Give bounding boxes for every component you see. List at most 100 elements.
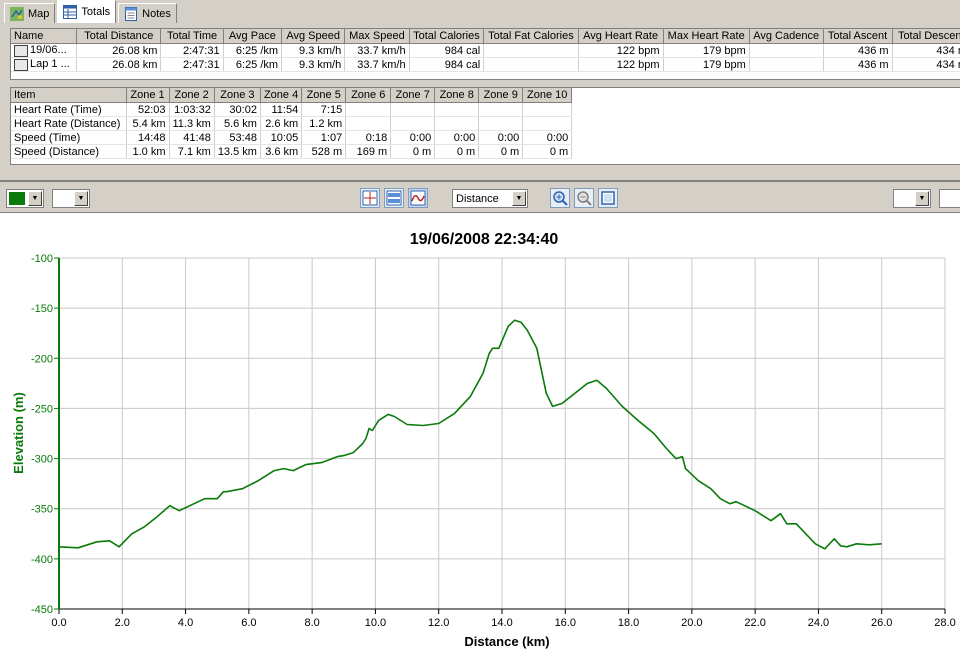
totals-cell: Lap 1 ... xyxy=(11,57,78,72)
zones-header-3[interactable]: Zone 3 xyxy=(214,88,261,103)
totals-header-1[interactable]: Total Distance xyxy=(76,29,162,44)
split-view-button[interactable] xyxy=(384,188,404,208)
totals-table: Name Total Distance Total Time Avg Pace Avg … xyxy=(11,29,960,72)
y-tick-label: -100 xyxy=(31,253,53,265)
zoom-out-button[interactable] xyxy=(574,188,594,208)
line-chart-button[interactable] xyxy=(408,188,428,208)
map-icon xyxy=(10,6,24,21)
table-row[interactable]: Speed (Time) 14:48 41:48 53:48 10:05 1:07 0:18… xyxy=(11,130,573,145)
zones-cell xyxy=(345,102,392,117)
totals-header-4[interactable]: Avg Speed xyxy=(281,29,346,44)
chevron-down-icon: ▼ xyxy=(915,191,929,206)
zones-cell: Heart Rate (Time) xyxy=(11,102,127,117)
totals-cell xyxy=(483,43,579,58)
zones-header-8[interactable]: Zone 8 xyxy=(434,88,480,103)
totals-header-11[interactable]: Total Ascent xyxy=(823,29,893,44)
zones-cell: 14:48 xyxy=(126,130,170,145)
zones-header-9[interactable]: Zone 9 xyxy=(478,88,524,103)
line-color-select[interactable]: ▼ xyxy=(6,189,44,208)
secondary-axis-select[interactable]: ▼ xyxy=(893,189,931,208)
zones-cell xyxy=(478,116,524,131)
zones-header-2[interactable]: Zone 2 xyxy=(169,88,215,103)
chart-title: 19/06/2008 22:34:40 xyxy=(410,231,559,248)
tab-map-label: Map xyxy=(28,7,50,20)
zones-header-6[interactable]: Zone 6 xyxy=(345,88,392,103)
totals-cell: 434 m xyxy=(892,57,960,72)
totals-cell: 122 bpm xyxy=(578,57,664,72)
zones-table: Item Zone 1 Zone 2 Zone 3 Zone 4 Zone 5 Zone 6… xyxy=(11,88,573,159)
totals-header-3[interactable]: Avg Pace xyxy=(223,29,283,44)
x-axis-select[interactable]: Distance ▼ xyxy=(452,189,528,208)
table-row[interactable]: Lap 1 ... 26.08 km 2:47:31 6:25 /km 9.3 km/h… xyxy=(11,57,960,72)
x-tick-label: 6.0 xyxy=(241,617,256,629)
table-row[interactable]: Heart Rate (Distance) 5.4 km 11.3 km 5.6 km… xyxy=(11,116,573,131)
zones-cell: 5.4 km xyxy=(126,116,170,131)
tab-notes[interactable]: Notes xyxy=(118,3,177,23)
zones-cell: 30:02 xyxy=(214,102,261,117)
totals-header-7[interactable]: Total Fat Calories xyxy=(483,29,579,44)
totals-header-9[interactable]: Max Heart Rate xyxy=(663,29,750,44)
zoom-out-icon xyxy=(577,191,592,206)
secondary-line-select[interactable] xyxy=(939,189,960,208)
zones-cell: 0:18 xyxy=(345,130,392,145)
totals-cell: 179 bpm xyxy=(663,57,750,72)
zones-cell-text: Speed (Distance) xyxy=(14,145,99,158)
activity-icon xyxy=(14,44,28,57)
zones-cell: 0 m xyxy=(478,144,524,159)
table-row[interactable]: Heart Rate (Time) 52:03 1:03:32 30:02 11:54 7… xyxy=(11,102,573,117)
crosshair-button[interactable] xyxy=(360,188,380,208)
zones-header-4[interactable]: Zone 4 xyxy=(260,88,303,103)
totals-cell: 2:47:31 xyxy=(160,57,224,72)
zones-header-5[interactable]: Zone 5 xyxy=(301,88,347,103)
line-style-select[interactable]: ▼ xyxy=(52,189,90,208)
x-axis-select-value: Distance xyxy=(456,192,499,205)
zones-cell: 1:07 xyxy=(301,130,347,145)
x-tick-label: 16.0 xyxy=(555,617,576,629)
tab-totals[interactable]: Totals xyxy=(57,0,117,23)
totals-header-8[interactable]: Avg Heart Rate xyxy=(578,29,664,44)
zones-cell-text: Heart Rate (Time) xyxy=(14,103,102,116)
y-tick-label: -200 xyxy=(31,353,53,365)
totals-cell: 434 m xyxy=(892,43,960,58)
elevation-chart: 19/06/2008 22:34:40 Distance (km) Elevat… xyxy=(0,212,960,654)
zones-cell: 0:00 xyxy=(478,130,524,145)
line-color-swatch xyxy=(9,192,25,205)
tab-map[interactable]: Map xyxy=(4,3,56,23)
totals-header-6[interactable]: Total Calories xyxy=(409,29,485,44)
elevation-chart-svg: 19/06/2008 22:34:40 Distance (km) Elevat… xyxy=(11,231,956,649)
x-tick-label: 20.0 xyxy=(681,617,702,629)
totals-header-2[interactable]: Total Time xyxy=(160,29,224,44)
zones-header-0[interactable]: Item xyxy=(11,88,127,103)
table-row[interactable]: 19/06... 26.08 km 2:47:31 6:25 /km 9.3 km/h 3… xyxy=(11,43,960,58)
zoom-in-icon xyxy=(553,191,568,206)
zones-cell: Heart Rate (Distance) xyxy=(11,116,127,131)
totals-header-5[interactable]: Max Speed xyxy=(344,29,410,44)
zones-cell: 0:00 xyxy=(434,130,480,145)
table-row[interactable]: Speed (Distance) 1.0 km 7.1 km 13.5 km 3.6 k… xyxy=(11,144,573,159)
zones-header-7[interactable]: Zone 7 xyxy=(390,88,436,103)
zones-cell: 0:00 xyxy=(390,130,436,145)
totals-header-10[interactable]: Avg Cadence xyxy=(749,29,824,44)
zones-cell: 528 m xyxy=(301,144,347,159)
zoom-in-button[interactable] xyxy=(550,188,570,208)
totals-cell: 9.3 km/h xyxy=(281,57,346,72)
y-tick-label: -450 xyxy=(31,604,53,616)
fit-to-window-icon xyxy=(601,191,615,205)
chevron-down-icon: ▼ xyxy=(74,191,88,206)
zones-header-1[interactable]: Zone 1 xyxy=(126,88,170,103)
zones-cell: 7.1 km xyxy=(169,144,215,159)
totals-cell: 436 m xyxy=(823,57,893,72)
y-tick-label: -250 xyxy=(31,403,53,415)
x-tick-label: 8.0 xyxy=(304,617,319,629)
zones-cell: 11.3 km xyxy=(169,116,215,131)
totals-header-0[interactable]: Name xyxy=(11,29,78,44)
totals-cell: 33.7 km/h xyxy=(344,57,410,72)
x-tick-label: 0.0 xyxy=(51,617,66,629)
fit-to-window-button[interactable] xyxy=(598,188,618,208)
zones-grid: Item Zone 1 Zone 2 Zone 3 Zone 4 Zone 5 Zone 6… xyxy=(10,87,960,165)
totals-cell-text: 19/06... xyxy=(30,44,67,57)
totals-header-12[interactable]: Total Descent xyxy=(892,29,960,44)
chart-toolbar: ▼ ▼ Distance ▼ ▼ xyxy=(0,180,960,214)
totals-cell: 26.08 km xyxy=(76,57,162,72)
zones-header-10[interactable]: Zone 10 xyxy=(522,88,573,103)
